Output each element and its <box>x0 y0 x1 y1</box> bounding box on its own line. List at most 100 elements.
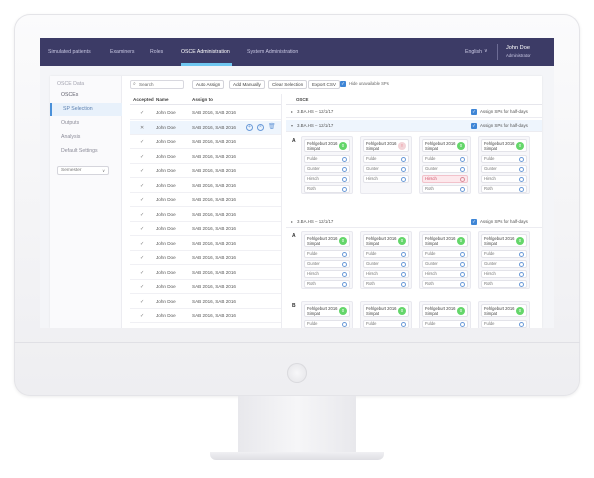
sp-slot[interactable]: Gunter <box>481 165 527 173</box>
add-sp-icon[interactable] <box>342 251 347 257</box>
role-card[interactable]: Fehlgeburt 2016 Simpat0FuldeGunterHirsch… <box>301 136 353 194</box>
table-row[interactable]: ✓ John Doe SAB 2016, SAB 2016 <box>130 208 281 222</box>
sp-slot[interactable]: Roth <box>481 280 527 288</box>
sp-slot[interactable]: Fulde <box>422 155 468 163</box>
sp-slot[interactable]: Hirsch <box>363 175 409 183</box>
add-sp-icon[interactable] <box>460 251 465 257</box>
add-sp-icon[interactable] <box>401 281 406 287</box>
table-row[interactable]: ✓ John Doe SAB 2016, SAB 2016 <box>130 309 281 323</box>
accepted-check-icon[interactable]: ✓ <box>140 270 144 276</box>
accepted-check-icon[interactable]: ✓ <box>140 313 144 319</box>
add-sp-icon[interactable] <box>519 176 524 182</box>
add-sp-icon[interactable] <box>460 166 465 172</box>
table-row[interactable]: ✓ John Doe SAB 2016, SAB 2016 <box>130 222 281 236</box>
language-selector[interactable]: English <box>465 49 482 55</box>
add-sp-icon[interactable] <box>342 176 347 182</box>
table-row[interactable]: ✕ John Doe SAB 2016, SAB 2016 + × 🗑 <box>130 120 281 135</box>
table-row[interactable]: ✓ John Doe SAB 2016, SAB 2016 <box>130 280 281 294</box>
search-input[interactable]: ⌕ Search <box>130 80 184 89</box>
add-sp-icon[interactable] <box>460 321 465 327</box>
accepted-check-icon[interactable]: ✓ <box>140 154 144 160</box>
add-sp-icon[interactable] <box>342 166 347 172</box>
half-days-checkbox[interactable]: ✓ <box>471 123 477 129</box>
add-sp-icon[interactable] <box>519 271 524 277</box>
sp-slot[interactable]: Fulde <box>304 155 350 163</box>
sp-slot[interactable]: Fulde <box>363 155 409 163</box>
add-sp-icon[interactable] <box>460 281 465 287</box>
add-sp-icon[interactable] <box>519 261 524 267</box>
sp-slot[interactable]: Roth <box>304 185 350 193</box>
sp-slot[interactable]: Fulde <box>481 155 527 163</box>
sidebar-item-analysis[interactable]: Analysis <box>50 131 122 144</box>
accepted-check-icon[interactable]: ✓ <box>140 183 144 189</box>
add-sp-icon[interactable] <box>342 321 347 327</box>
role-card[interactable]: Fehlgeburt 2016 Simpat0FuldeGunterHirsch… <box>478 136 530 194</box>
sp-slot[interactable]: Roth <box>481 185 527 193</box>
sp-slot[interactable]: Roth <box>304 280 350 288</box>
accepted-check-icon[interactable]: ✓ <box>140 226 144 232</box>
accepted-check-icon[interactable]: ✓ <box>140 197 144 203</box>
add-sp-icon[interactable] <box>519 186 524 192</box>
role-card[interactable]: Fehlgeburt 2016 Simpat! Fulde Gunter Hirsch <box>360 136 412 194</box>
sp-slot[interactable]: Fulde <box>304 250 350 258</box>
table-row[interactable]: ✓ John Doe SAB 2016, SAB 2016 <box>130 135 281 149</box>
add-sp-icon[interactable] <box>342 261 347 267</box>
sp-slot[interactable]: Fulde <box>304 320 350 328</box>
nav-examiners[interactable]: Examiners <box>110 49 135 55</box>
column-header-accepted[interactable]: Accepted <box>133 97 154 102</box>
table-row[interactable]: ✓ John Doe SAB 2016, SAB 2016 <box>130 251 281 265</box>
table-row[interactable]: ✓ John Doe SAB 2016, SAB 2016 <box>130 324 281 329</box>
table-row[interactable]: ✓ John Doe SAB 2016, SAB 2016 <box>130 295 281 309</box>
half-days-checkbox[interactable]: ✓ <box>471 219 477 225</box>
sidebar-item-sp-selection[interactable]: SP Selection <box>50 103 122 116</box>
add-sp-icon[interactable] <box>460 271 465 277</box>
accepted-check-icon[interactable]: ✓ <box>140 139 144 145</box>
sp-slot[interactable]: Fulde <box>422 250 468 258</box>
add-sp-icon[interactable] <box>519 156 524 162</box>
auto-assign-button[interactable]: Auto Assign <box>192 80 225 89</box>
sp-slot[interactable]: Gunter <box>481 260 527 268</box>
nav-system-administration[interactable]: System Administration <box>247 49 298 55</box>
sp-slot[interactable]: Gunter <box>304 165 350 173</box>
sp-slot[interactable]: Roth <box>422 280 468 288</box>
role-card[interactable]: Fehlgeburt 2016 Simpat0FuldeGunterHirsch… <box>301 231 353 289</box>
add-sp-icon[interactable] <box>460 186 465 192</box>
sp-slot[interactable]: Fulde <box>363 320 409 328</box>
half-days-checkbox[interactable]: ✓ <box>471 109 477 115</box>
add-sp-icon[interactable] <box>519 166 524 172</box>
add-sp-icon[interactable] <box>342 281 347 287</box>
role-card[interactable]: Fehlgeburt 2016 Simpat0FuldeGunterHirsch… <box>301 301 353 328</box>
add-sp-icon[interactable] <box>401 251 406 257</box>
role-card[interactable]: Fehlgeburt 2016 Simpat0FuldeGunterHirsch… <box>478 231 530 289</box>
add-sp-icon[interactable] <box>460 156 465 162</box>
add-sp-icon[interactable] <box>401 271 406 277</box>
accepted-check-icon[interactable]: ✓ <box>140 212 144 218</box>
sp-slot[interactable]: Hirsch <box>304 270 350 278</box>
add-circle-icon[interactable]: + <box>246 123 253 131</box>
table-row[interactable]: ✓ John Doe SAB 2016, SAB 2016 <box>130 237 281 251</box>
accepted-check-icon[interactable]: ✓ <box>140 255 144 261</box>
caret-right-icon[interactable]: ▸ <box>291 219 293 224</box>
table-row[interactable]: ✓ John Doe SAB 2016, SAB 2016 <box>130 266 281 280</box>
sp-slot[interactable]: Gunter <box>363 165 409 173</box>
sp-slot[interactable]: Hirsch <box>422 175 468 183</box>
sp-slot[interactable]: Hirsch <box>481 270 527 278</box>
accepted-check-icon[interactable]: ✓ <box>140 168 144 174</box>
sp-slot[interactable]: Fulde <box>363 250 409 258</box>
remove-circle-icon[interactable]: × <box>257 123 264 131</box>
add-sp-icon[interactable] <box>460 261 465 267</box>
hide-unavailable-checkbox[interactable]: ✓ <box>340 81 346 87</box>
sp-slot[interactable]: Fulde <box>481 250 527 258</box>
clear-selection-button[interactable]: Clear Selection <box>268 80 308 89</box>
osce-date-row[interactable]: ▸ 3.BA.HS – 12/1/17 ✓ Assign SPs for half-d… <box>286 106 542 118</box>
sp-slot[interactable]: Fulde <box>422 320 468 328</box>
add-sp-icon[interactable] <box>401 166 406 172</box>
trash-icon[interactable]: 🗑 <box>268 123 276 130</box>
sp-slot[interactable]: Roth <box>422 185 468 193</box>
sp-slot[interactable]: Hirsch <box>363 270 409 278</box>
add-sp-icon[interactable] <box>401 261 406 267</box>
nav-simulated-patients[interactable]: Simulated patients <box>48 49 91 55</box>
user-name[interactable]: John Doe <box>506 45 530 51</box>
sp-slot[interactable]: Hirsch <box>422 270 468 278</box>
sp-slot[interactable]: Gunter <box>304 260 350 268</box>
